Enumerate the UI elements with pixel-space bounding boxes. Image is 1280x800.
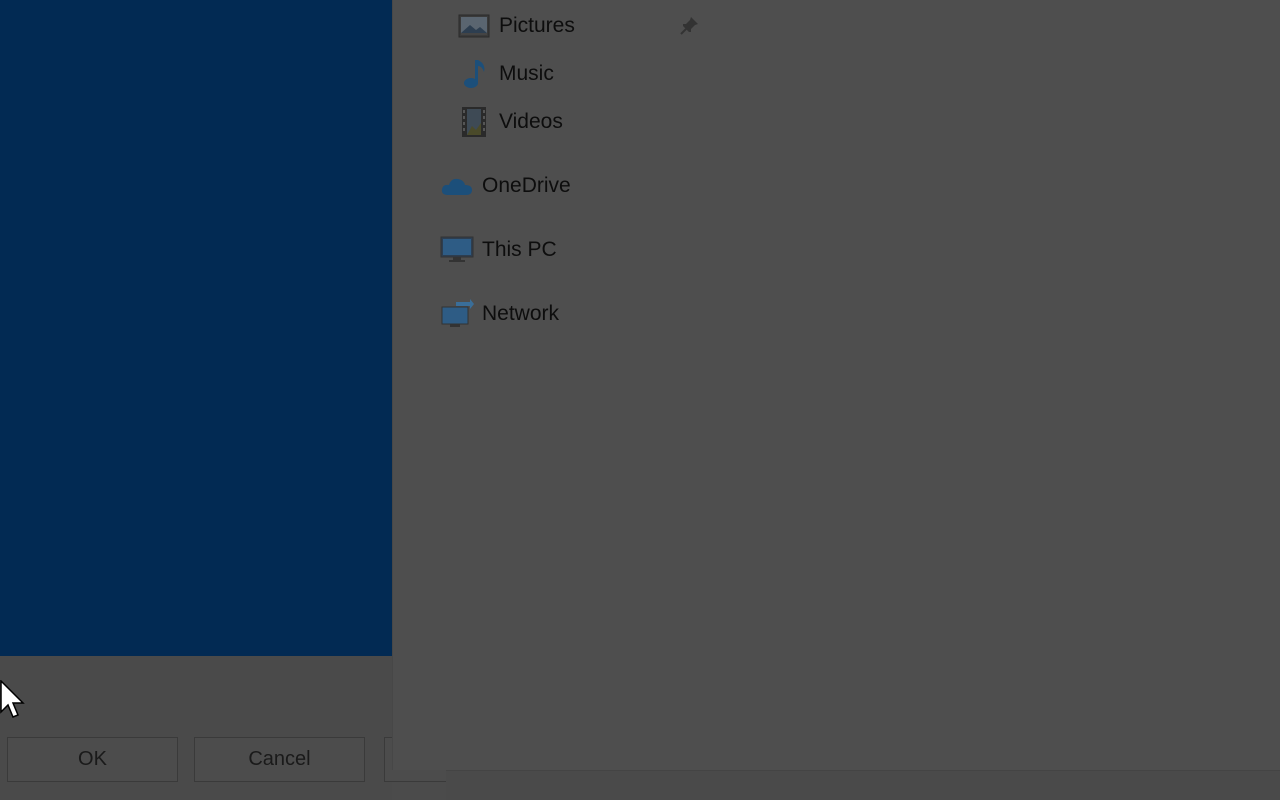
explorer-bottom-edge [446, 770, 1280, 800]
nav-item-videos-label: Videos [499, 110, 563, 133]
nav-item-videos[interactable]: Videos [457, 102, 563, 142]
cancel-button-label: Cancel [248, 748, 311, 770]
network-icon [440, 297, 474, 331]
videos-icon [457, 105, 491, 139]
music-icon [457, 57, 491, 91]
nav-item-network-label: Network [482, 302, 560, 325]
nav-item-network[interactable]: Network [440, 294, 559, 334]
mouse-cursor-icon [0, 679, 26, 720]
cloud-icon [440, 169, 474, 203]
pictures-icon [457, 9, 491, 43]
nav-item-this-pc-label: This PC [482, 238, 557, 261]
nav-item-this-pc[interactable]: This PC [440, 230, 557, 270]
nav-item-onedrive-label: OneDrive [482, 174, 571, 197]
nav-item-music-label: Music [499, 62, 554, 85]
nav-item-pictures-label: Pictures [499, 14, 575, 37]
nav-item-music[interactable]: Music [457, 54, 554, 94]
nav-item-pictures[interactable]: Pictures [457, 6, 575, 46]
screen: OK Cancel Pictures Music Videos OneDrive… [0, 0, 1280, 800]
cancel-button[interactable]: Cancel [194, 737, 365, 782]
pin-icon[interactable] [678, 15, 700, 37]
dialog-preview-area [0, 0, 392, 656]
ok-button-label: OK [78, 748, 107, 770]
monitor-icon [440, 233, 474, 267]
nav-item-onedrive[interactable]: OneDrive [440, 166, 571, 206]
ok-button[interactable]: OK [7, 737, 178, 782]
